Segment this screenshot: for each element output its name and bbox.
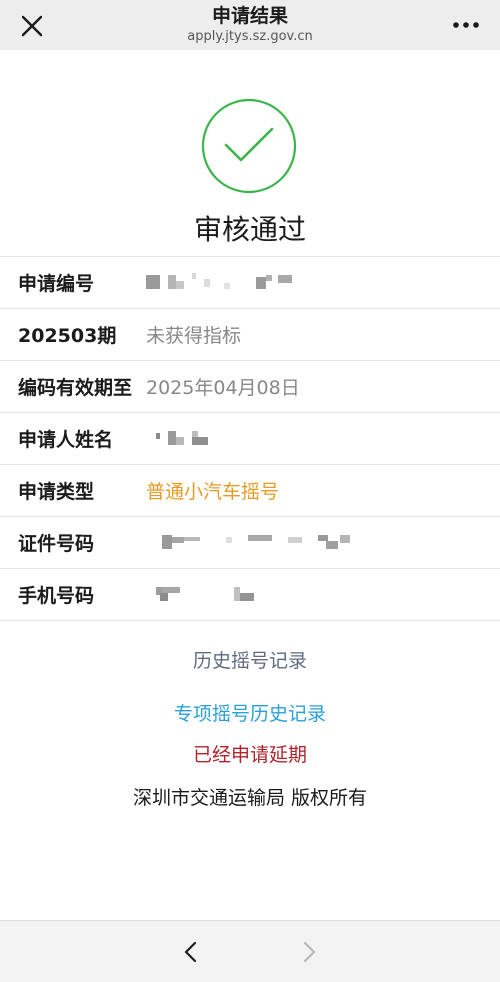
row-value: 普通小汽车摇号 <box>146 481 280 503</box>
row-label: 编码有效期至 <box>18 377 133 399</box>
row-label: 申请人姓名 <box>18 429 114 451</box>
status-text: 审核通过 <box>193 213 306 246</box>
forward-button[interactable] <box>294 935 324 969</box>
copyright-text: 深圳市交通运输局 版权所有 <box>132 787 368 809</box>
back-button[interactable] <box>176 935 206 969</box>
info-row-id-number: 证件号码 <box>0 517 500 569</box>
check-circle-icon <box>201 98 297 194</box>
row-value: 2025年04月08日 <box>146 377 300 399</box>
info-row-period: 202503期 未获得指标 <box>0 309 500 361</box>
close-icon <box>21 15 43 37</box>
title-block: 申请结果 apply.jtys.sz.gov.cn <box>100 4 400 45</box>
more-button[interactable] <box>450 14 482 36</box>
info-row-phone-number: 手机号码 <box>0 569 500 621</box>
history-lottery-records-link[interactable]: 历史摇号记录 <box>0 648 500 674</box>
row-value: 未获得指标 <box>146 325 242 347</box>
row-label: 证件号码 <box>18 533 95 555</box>
info-list: 申请编号 202503期 未获得指标 编码有效期至 2025年04月08日 申请… <box>0 256 500 621</box>
bottom-toolbar <box>0 920 500 982</box>
delay-applied-link[interactable]: 已经申请延期 <box>0 742 500 768</box>
row-label: 申请编号 <box>18 273 95 295</box>
info-row-applicant-name: 申请人姓名 <box>0 413 500 465</box>
info-row-code-valid-until: 编码有效期至 2025年04月08日 <box>0 361 500 413</box>
row-label: 申请类型 <box>18 481 95 503</box>
page: 申请结果 apply.jtys.sz.gov.cn 审核通过 申请编号 2025… <box>0 0 500 982</box>
row-label: 202503期 <box>18 325 117 347</box>
page-title: 申请结果 <box>211 5 288 27</box>
special-lottery-history-link[interactable]: 专项摇号历史记录 <box>0 701 500 727</box>
page-url: apply.jtys.sz.gov.cn <box>187 29 313 44</box>
chevron-left-icon <box>184 941 197 963</box>
chevron-right-icon <box>303 941 316 963</box>
info-row-application-type: 申请类型 普通小汽车摇号 <box>0 465 500 517</box>
info-row-application-no: 申请编号 <box>0 257 500 309</box>
top-navigation-bar: 申请结果 apply.jtys.sz.gov.cn <box>0 0 500 50</box>
more-dots-icon <box>453 22 479 28</box>
row-label: 手机号码 <box>18 585 95 607</box>
close-button[interactable] <box>14 8 50 44</box>
